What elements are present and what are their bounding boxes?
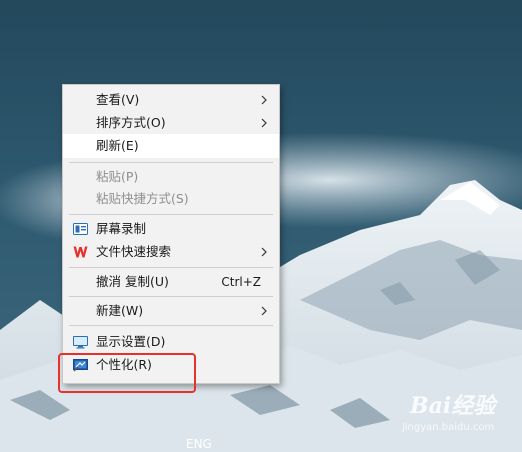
menu-item-label: 显示设置(D) [96,334,166,349]
menu-separator [69,296,273,297]
menu-item-view[interactable]: 查看(V) [63,88,279,112]
menu-item-label: 刷新(E) [96,138,139,153]
menu-item-label: 排序方式(O) [96,115,166,130]
shortcut-label: Ctrl+Z [221,275,261,289]
menu-item-label: 文件快速搜索 [96,244,172,259]
watermark-brand: Bai经验 [410,393,496,419]
menu-separator [69,162,273,163]
menu-item-label: 查看(V) [96,92,140,107]
menu-item-screen-record[interactable]: 屏幕录制 [63,217,279,241]
menu-item-label: 粘贴快捷方式(S) [96,191,189,206]
menu-item-label: 撤消 复制(U) [96,274,169,289]
menu-separator [69,214,273,215]
chevron-right-icon [261,95,267,105]
menu-item-file-quick-search[interactable]: 文件快速搜索 [63,240,279,264]
menu-item-undo-copy[interactable]: 撤消 复制(U) Ctrl+Z [63,270,279,294]
menu-item-paste[interactable]: 粘贴(P) [63,165,279,189]
menu-item-paste-shortcut[interactable]: 粘贴快捷方式(S) [63,187,279,211]
wps-icon [73,246,88,258]
annotation-highlight-box [58,353,196,393]
menu-item-new[interactable]: 新建(W) [63,299,279,323]
chevron-right-icon [261,306,267,316]
menu-item-refresh[interactable]: 刷新(E) [63,134,279,158]
menu-item-label: 粘贴(P) [96,169,139,184]
screen-record-icon [73,223,88,235]
menu-item-label: 新建(W) [96,303,144,318]
menu-separator [69,267,273,268]
watermark-url: jingyan.baidu.com [402,422,495,433]
display-settings-icon [73,336,88,349]
chevron-right-icon [261,118,267,128]
chevron-right-icon [261,247,267,257]
menu-item-sort-by[interactable]: 排序方式(O) [63,111,279,135]
baidu-watermark: Bai经验 jingyan.baidu.com [388,388,518,440]
language-indicator[interactable]: ENG [186,437,212,451]
desktop-context-menu: 查看(V) 排序方式(O) 刷新(E) 粘贴(P) 粘贴快捷方式(S) 屏幕录制… [62,84,280,384]
menu-item-display-settings[interactable]: 显示设置(D) [63,330,279,354]
menu-separator [69,325,273,326]
menu-item-label: 屏幕录制 [96,221,147,236]
